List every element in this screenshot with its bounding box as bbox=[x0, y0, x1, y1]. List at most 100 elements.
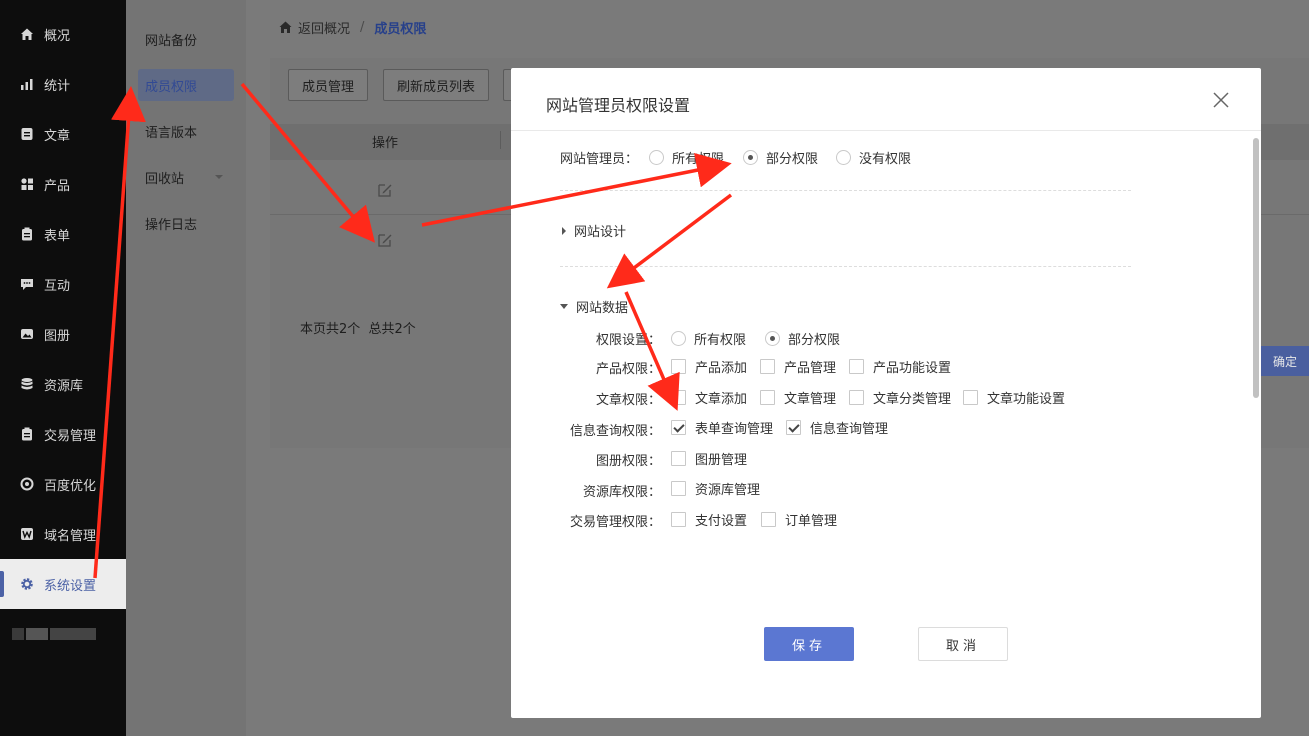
home-icon[interactable] bbox=[278, 20, 293, 34]
sidebar-item-label: 图册 bbox=[44, 328, 71, 344]
sidebar-item-form[interactable]: 表单 bbox=[0, 209, 126, 259]
section-website-data[interactable]: 网站数据 bbox=[560, 297, 628, 316]
radio-button-selected[interactable] bbox=[743, 150, 758, 165]
option-label: 文章添加 bbox=[695, 392, 748, 407]
sidebar-item-label: 概况 bbox=[44, 28, 71, 44]
checkbox-product-function[interactable]: 产品功能设置 bbox=[849, 357, 951, 376]
sidebar-item-system-settings[interactable]: 系统设置 bbox=[0, 559, 126, 609]
option-label: 所有权限 bbox=[672, 152, 725, 167]
sidebar-item-stats[interactable]: 统计 bbox=[0, 59, 126, 109]
sidebar-item-album[interactable]: 图册 bbox=[0, 309, 126, 359]
checkbox-article-add[interactable]: 文章添加 bbox=[671, 388, 747, 407]
submenu-item-backup[interactable]: 网站备份 bbox=[138, 23, 246, 55]
trade-permission-label: 交易管理权限： bbox=[569, 515, 661, 530]
sidebar-item-label: 百度优化 bbox=[44, 478, 97, 494]
home-icon bbox=[20, 27, 34, 41]
sidebar-item-label: 统计 bbox=[44, 78, 71, 94]
checkbox[interactable] bbox=[963, 390, 978, 405]
checkbox-checked[interactable] bbox=[671, 420, 686, 435]
chart-icon bbox=[20, 77, 34, 91]
checkbox[interactable] bbox=[849, 390, 864, 405]
option-label: 文章功能设置 bbox=[987, 392, 1066, 407]
close-icon[interactable] bbox=[1211, 90, 1231, 110]
sidebar-item-seo[interactable]: 百度优化 bbox=[0, 459, 126, 509]
chat-icon bbox=[20, 277, 34, 291]
checkbox-checked[interactable] bbox=[786, 420, 801, 435]
option-label: 资源库管理 bbox=[695, 483, 761, 498]
sidebar-item-domain[interactable]: 域名管理 bbox=[0, 509, 126, 559]
permission-setting-label: 权限设置： bbox=[595, 333, 661, 348]
submenu-item-oplog[interactable]: 操作日志 bbox=[138, 207, 246, 239]
caret-down-icon bbox=[560, 304, 568, 309]
option-label: 文章分类管理 bbox=[873, 392, 952, 407]
sidebar-item-label: 产品 bbox=[44, 178, 71, 194]
sidebar-item-label: 表单 bbox=[44, 228, 71, 244]
checkbox[interactable] bbox=[671, 390, 686, 405]
section-website-design[interactable]: 网站设计 bbox=[562, 221, 626, 240]
chevron-down-icon bbox=[215, 175, 223, 179]
checkbox[interactable] bbox=[671, 359, 686, 374]
checkbox[interactable] bbox=[760, 390, 775, 405]
checkbox-form-query[interactable]: 表单查询管理 bbox=[671, 418, 773, 437]
checkbox[interactable] bbox=[671, 481, 686, 496]
breadcrumb-separator: / bbox=[360, 19, 365, 35]
cancel-button[interactable]: 取消 bbox=[918, 627, 1008, 661]
radio-button-selected[interactable] bbox=[765, 331, 780, 346]
breadcrumb-current: 成员权限 bbox=[374, 21, 427, 37]
edit-icon[interactable] bbox=[377, 182, 393, 202]
checkbox-article-manage[interactable]: 文章管理 bbox=[760, 388, 836, 407]
sub-sidebar bbox=[126, 0, 246, 736]
edit-icon[interactable] bbox=[377, 232, 393, 252]
data-option-partial[interactable]: 部分权限 bbox=[765, 329, 840, 348]
checkbox[interactable] bbox=[849, 359, 864, 374]
submenu-item-language[interactable]: 语言版本 bbox=[138, 115, 246, 147]
sidebar-item-resource[interactable]: 资源库 bbox=[0, 359, 126, 409]
sidebar-item-interact[interactable]: 互动 bbox=[0, 259, 126, 309]
checkbox[interactable] bbox=[761, 512, 776, 527]
submenu-item-label: 语言版本 bbox=[145, 125, 198, 141]
checkbox-order-manage[interactable]: 订单管理 bbox=[761, 510, 837, 529]
radio-button[interactable] bbox=[649, 150, 664, 165]
option-label: 支付设置 bbox=[695, 514, 748, 529]
sidebar-item-overview[interactable]: 概况 bbox=[0, 9, 126, 59]
checkbox[interactable] bbox=[760, 359, 775, 374]
submenu-item-label: 网站备份 bbox=[145, 33, 198, 49]
admin-option-none[interactable]: 没有权限 bbox=[836, 148, 911, 167]
submenu-item-recycle[interactable]: 回收站 bbox=[138, 161, 246, 193]
radio-button[interactable] bbox=[836, 150, 851, 165]
table-footer-count: 本页共2个 总共2个 bbox=[300, 322, 416, 337]
option-label: 文章管理 bbox=[784, 392, 837, 407]
column-divider bbox=[500, 131, 501, 149]
sidebar-item-product[interactable]: 产品 bbox=[0, 159, 126, 209]
checkbox-product-manage[interactable]: 产品管理 bbox=[760, 357, 836, 376]
checkbox-product-add[interactable]: 产品添加 bbox=[671, 357, 747, 376]
confirm-button-partial[interactable]: 确定 bbox=[1261, 346, 1309, 376]
admin-option-partial[interactable]: 部分权限 bbox=[743, 148, 818, 167]
save-button[interactable]: 保存 bbox=[764, 627, 854, 661]
modal-scrollbar[interactable] bbox=[1253, 138, 1259, 398]
checkbox-resource-manage[interactable]: 资源库管理 bbox=[671, 479, 760, 498]
checkbox-article-category[interactable]: 文章分类管理 bbox=[849, 388, 951, 407]
checkbox-payment-settings[interactable]: 支付设置 bbox=[671, 510, 747, 529]
sidebar-item-article[interactable]: 文章 bbox=[0, 109, 126, 159]
sidebar-item-label: 域名管理 bbox=[44, 528, 97, 544]
breadcrumb-back-link[interactable]: 返回概况 bbox=[298, 18, 350, 37]
checkbox-album-manage[interactable]: 图册管理 bbox=[671, 449, 747, 468]
radio-button[interactable] bbox=[671, 331, 686, 346]
data-option-all[interactable]: 所有权限 bbox=[671, 329, 746, 348]
sidebar-item-trade[interactable]: 交易管理 bbox=[0, 409, 126, 459]
checkbox[interactable] bbox=[671, 451, 686, 466]
admin-option-all[interactable]: 所有权限 bbox=[649, 148, 724, 167]
clipboard-icon bbox=[20, 227, 34, 241]
product-permission-label: 产品权限： bbox=[595, 362, 661, 377]
option-label: 产品添加 bbox=[695, 361, 748, 376]
member-manage-button[interactable]: 成员管理 bbox=[288, 69, 368, 101]
refresh-member-list-button[interactable]: 刷新成员列表 bbox=[383, 69, 489, 101]
submenu-item-member-permission[interactable]: 成员权限 bbox=[138, 69, 234, 101]
checkbox-info-query[interactable]: 信息查询管理 bbox=[786, 418, 888, 437]
checkbox-article-function[interactable]: 文章功能设置 bbox=[963, 388, 1065, 407]
grid-icon bbox=[20, 177, 34, 191]
sidebar-item-label: 系统设置 bbox=[44, 578, 97, 594]
section-title: 网站设计 bbox=[574, 225, 627, 240]
checkbox[interactable] bbox=[671, 512, 686, 527]
